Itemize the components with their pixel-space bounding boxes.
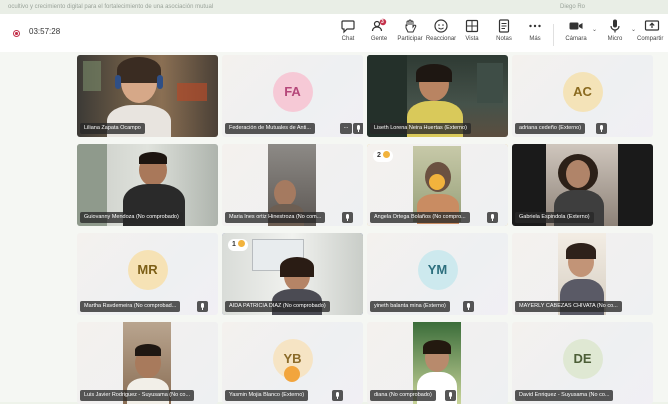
participant-tile[interactable]: YB Yasmin Mojia Blanco (Externo) bbox=[222, 322, 363, 404]
participant-name: Maria Ines ortiz Hinestroza (No com... bbox=[225, 212, 326, 223]
raise-hand-button[interactable]: Participar bbox=[393, 18, 427, 42]
raise-hand-icon bbox=[382, 151, 390, 158]
microphone-muted-icon bbox=[463, 301, 474, 312]
participant-name: MAYERLY CABEZAS CHIVATA (No co... bbox=[515, 301, 622, 312]
participant-name: Angela Ortega Bolaños (No compro... bbox=[370, 212, 470, 223]
participant-name: Martha Ravdemeira (No comprobad... bbox=[80, 301, 181, 312]
participant-name: Federación de Mutuales de Anti... bbox=[225, 123, 315, 134]
chat-button[interactable]: Chat bbox=[331, 18, 365, 42]
participant-name: David Enriquez - Suyusama (No co... bbox=[515, 390, 614, 401]
microphone-icon bbox=[610, 19, 620, 33]
share-button[interactable]: Compartir bbox=[637, 18, 667, 42]
participant-name: Liliana Zapata Ocampo bbox=[80, 123, 145, 134]
notes-icon bbox=[498, 19, 510, 33]
share-label: Compartir bbox=[637, 36, 664, 42]
people-label: Gente bbox=[370, 36, 388, 42]
view-grid-icon bbox=[465, 19, 479, 33]
microphone-muted-icon bbox=[197, 301, 208, 312]
smiley-icon bbox=[434, 19, 448, 33]
raised-hand-order: 2 bbox=[377, 152, 381, 159]
window-title: ocultivo y crecimiento digital para el f… bbox=[8, 4, 214, 10]
participant-tile[interactable]: MR Martha Ravdemeira (No comprobad... bbox=[77, 233, 218, 315]
avatar: YM bbox=[417, 250, 458, 290]
participant-name: Gabriela Espindola (Externo) bbox=[515, 212, 594, 223]
chat-label: Chat bbox=[341, 36, 355, 42]
view-label: Vista bbox=[465, 36, 479, 42]
microphone-muted-icon bbox=[487, 212, 498, 223]
meeting-timer: 03:57:28 bbox=[29, 27, 61, 36]
participant-tile[interactable]: DE David Enriquez - Suyusama (No co... bbox=[512, 322, 653, 404]
participant-tile[interactable]: Liliana Zapata Ocampo bbox=[77, 55, 218, 137]
participant-tile[interactable]: Guiovanny Mendoza (No comprobado) bbox=[77, 144, 218, 226]
participant-tile[interactable]: Luis Javier Rodriguez - Suyusama (No co.… bbox=[77, 322, 218, 404]
raise-hand-icon bbox=[405, 19, 417, 33]
raised-hand-badge: 1 bbox=[228, 239, 248, 251]
participate-label: Participar bbox=[397, 36, 423, 42]
participant-grid: Liliana Zapata Ocampo FA Federación de M… bbox=[0, 52, 668, 404]
more-icon[interactable]: ... bbox=[340, 123, 352, 134]
more-icon bbox=[529, 24, 541, 28]
react-button[interactable]: Reaccionar bbox=[424, 18, 458, 42]
reaction-icon bbox=[284, 366, 300, 382]
participant-name: yineth balanta mina (Externo) bbox=[370, 301, 450, 312]
participant-name: Luis Javier Rodriguez - Suyusama (No co.… bbox=[80, 390, 195, 401]
microphone-muted-icon bbox=[596, 123, 607, 134]
participant-tile[interactable]: 2 Angela Ortega Bolaños (No compro... bbox=[367, 144, 508, 226]
notes-button[interactable]: Notas bbox=[487, 18, 521, 42]
microphone-label: Micro bbox=[607, 36, 623, 42]
raised-hand-badge: 2 bbox=[373, 150, 393, 162]
microphone-muted-icon bbox=[445, 390, 456, 401]
participant-tile[interactable]: Gabriela Espindola (Externo) bbox=[512, 144, 653, 226]
participant-tile[interactable]: diana (No comprobado) bbox=[367, 322, 508, 404]
avatar: MR bbox=[127, 250, 168, 290]
participant-tile[interactable]: FA Federación de Mutuales de Anti... ... bbox=[222, 55, 363, 137]
meeting-toolbar: 03:57:28 Chat 3 Gente Participar Reaccio… bbox=[0, 14, 668, 53]
share-icon bbox=[644, 20, 660, 31]
microphone-muted-icon bbox=[342, 212, 353, 223]
more-button[interactable]: Más bbox=[518, 18, 552, 42]
microphone-muted-icon bbox=[332, 390, 343, 401]
recording-icon bbox=[13, 30, 20, 37]
view-button[interactable]: Vista bbox=[455, 18, 489, 42]
participant-name: Guiovanny Mendoza (No comprobado) bbox=[80, 212, 183, 223]
camera-label: Cámara bbox=[565, 36, 587, 42]
microphone-muted-icon bbox=[353, 123, 363, 134]
participant-name: AIDA PATRICIA DIAZ (No comprobado) bbox=[225, 301, 330, 312]
react-label: Reaccionar bbox=[425, 36, 457, 42]
participant-tile[interactable]: MAYERLY CABEZAS CHIVATA (No co... bbox=[512, 233, 653, 315]
chevron-down-icon[interactable]: ⌄ bbox=[592, 26, 597, 33]
avatar: FA bbox=[272, 72, 313, 112]
participant-tile[interactable]: 1 AIDA PATRICIA DIAZ (No comprobado) bbox=[222, 233, 363, 315]
camera-button[interactable]: Cámara ⌄ bbox=[559, 18, 597, 42]
people-count-badge: 3 bbox=[381, 19, 384, 25]
people-button[interactable]: 3 Gente bbox=[362, 18, 396, 42]
toolbar-divider bbox=[553, 24, 554, 46]
participant-tile[interactable]: Liseth Lorena Neira Huertas (Externo) bbox=[367, 55, 508, 137]
participant-tile[interactable]: YM yineth balanta mina (Externo) bbox=[367, 233, 508, 315]
more-label: Más bbox=[529, 36, 541, 42]
microphone-button[interactable]: Micro ⌄ bbox=[598, 18, 636, 42]
raise-hand-icon bbox=[237, 240, 245, 247]
window-title-bar: ocultivo y crecimiento digital para el f… bbox=[0, 0, 668, 14]
participant-tile[interactable]: AC adriana cedeño (Externo) bbox=[512, 55, 653, 137]
avatar: DE bbox=[562, 339, 603, 379]
chat-icon bbox=[341, 20, 355, 34]
window-user: Diego Ro bbox=[560, 4, 586, 10]
people-icon bbox=[371, 18, 387, 32]
participant-name: diana (No comprobado) bbox=[370, 390, 436, 401]
participant-name: adriana cedeño (Externo) bbox=[515, 123, 586, 134]
chevron-down-icon[interactable]: ⌄ bbox=[631, 26, 636, 33]
participant-name: Liseth Lorena Neira Huertas (Externo) bbox=[370, 123, 471, 134]
avatar: AC bbox=[562, 72, 603, 112]
notes-label: Notas bbox=[496, 36, 512, 42]
raised-hand-order: 1 bbox=[232, 241, 236, 248]
camera-icon bbox=[569, 22, 583, 30]
participant-tile[interactable]: Maria Ines ortiz Hinestroza (No com... bbox=[222, 144, 363, 226]
participant-name: Yasmin Mojia Blanco (Externo) bbox=[225, 390, 309, 401]
